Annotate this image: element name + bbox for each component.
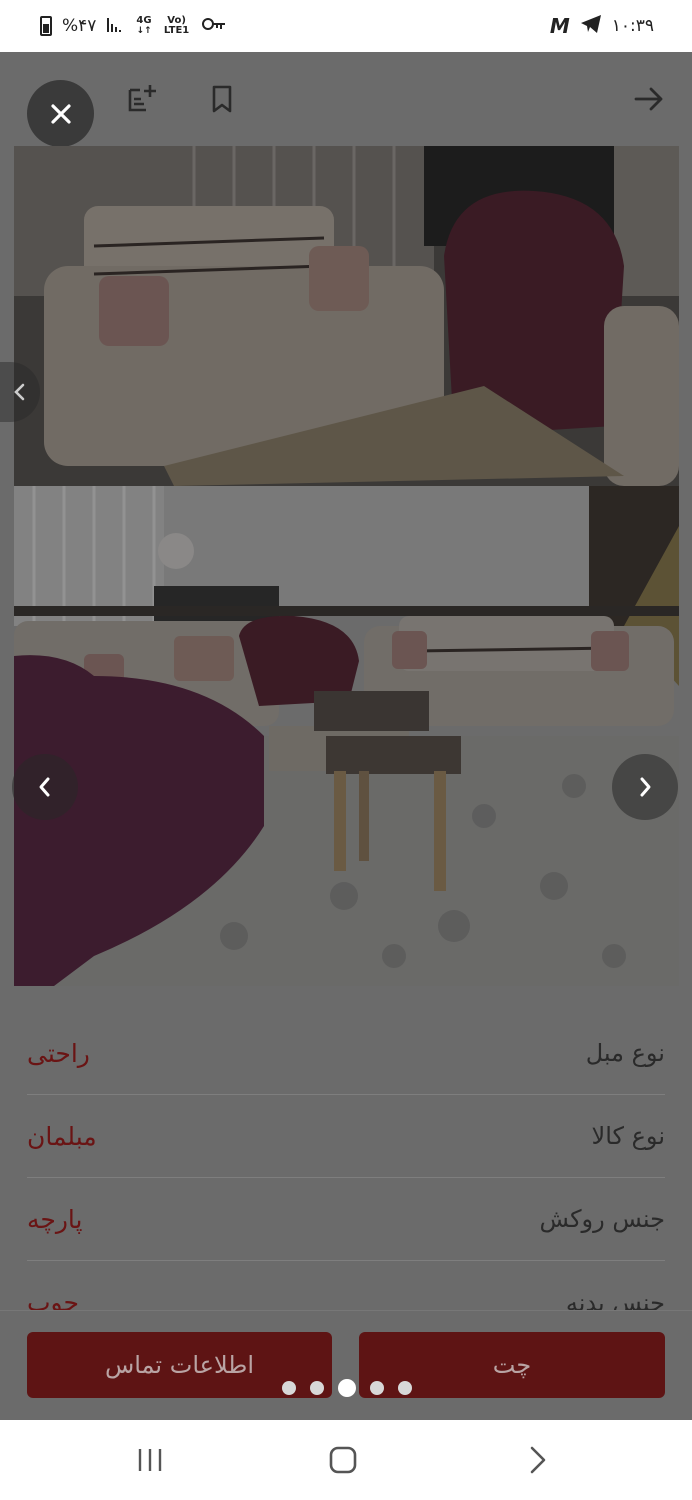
- system-nav-bar: [0, 1420, 692, 1500]
- spec-row: پارچه جنس روکش: [27, 1178, 665, 1261]
- ad-viewer: راحتی نوع مبل مبلمان نوع کالا پارچه جنس …: [0, 52, 692, 1420]
- gallery-next-button[interactable]: [612, 754, 678, 820]
- chevron-left-icon: [14, 383, 25, 401]
- home-button[interactable]: [323, 1444, 363, 1476]
- spec-label: جنس روکش: [539, 1205, 665, 1233]
- chevron-right-icon: [530, 1446, 546, 1474]
- toolbar: [0, 52, 692, 147]
- spec-label: نوع کالا: [591, 1122, 665, 1150]
- close-button[interactable]: [27, 80, 94, 147]
- pager-dot[interactable]: [310, 1381, 324, 1395]
- network-type: 4G: [136, 15, 152, 26]
- arrow-right-icon: [634, 87, 663, 111]
- spec-row: مبلمان نوع کالا: [27, 1095, 665, 1178]
- telegram-icon: [580, 14, 602, 39]
- clock: ۱۰:۳۹: [611, 16, 654, 36]
- gmail-icon: M: [549, 14, 570, 38]
- pager-dot[interactable]: [282, 1381, 296, 1395]
- chevron-right-icon: [640, 777, 651, 797]
- recent-apps-icon: [138, 1449, 162, 1471]
- pager-dot[interactable]: [398, 1381, 412, 1395]
- action-bar: اطلاعات تماس چت: [0, 1310, 692, 1420]
- pager-dot[interactable]: [370, 1381, 384, 1395]
- signal-icon: [106, 15, 126, 38]
- volte-indicator: Vo) LTE1: [163, 15, 190, 36]
- bookmark-button[interactable]: [205, 82, 239, 116]
- status-right: M ۱۰:۳۹: [550, 14, 654, 39]
- spec-label: نوع مبل: [585, 1039, 665, 1067]
- gallery-pager: [282, 1379, 412, 1397]
- spec-value: راحتی: [27, 1038, 90, 1068]
- add-note-icon: [128, 85, 156, 112]
- bookmark-icon: [212, 85, 232, 113]
- spec-value: پارچه: [27, 1204, 83, 1234]
- status-left: %۴۷ 4G ↓↑ Vo) LTE1: [40, 15, 226, 38]
- sofa-photo-2[interactable]: [14, 486, 679, 986]
- pager-dot-active[interactable]: [338, 1379, 356, 1397]
- key-icon: [201, 16, 226, 36]
- battery-icon: [40, 16, 52, 36]
- add-note-button[interactable]: [124, 82, 158, 116]
- system-back-button[interactable]: [518, 1444, 558, 1476]
- specs-list: راحتی نوع مبل مبلمان نوع کالا پارچه جنس …: [27, 1012, 665, 1344]
- sofa-photo-1[interactable]: [14, 146, 679, 486]
- image-gallery[interactable]: [0, 146, 679, 986]
- spec-row: راحتی نوع مبل: [27, 1012, 665, 1095]
- close-icon: [50, 103, 71, 124]
- back-button[interactable]: [632, 82, 666, 116]
- home-icon: [329, 1446, 357, 1474]
- status-bar: %۴۷ 4G ↓↑ Vo) LTE1 M ۱۰:۳۹: [0, 0, 692, 52]
- chevron-left-icon: [39, 777, 50, 797]
- gallery-prev-button[interactable]: [12, 754, 78, 820]
- battery-percent: %۴۷: [62, 16, 97, 36]
- spec-value: مبلمان: [27, 1121, 97, 1151]
- recent-apps-button[interactable]: [130, 1444, 170, 1476]
- network-indicator: 4G ↓↑: [136, 15, 152, 37]
